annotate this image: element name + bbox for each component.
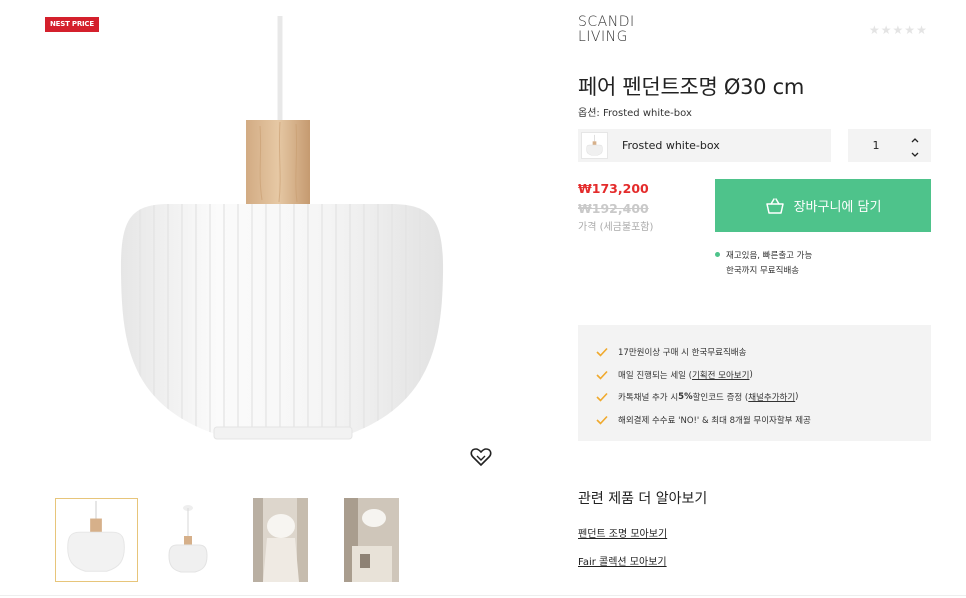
thumbnail-4[interactable]: [344, 498, 399, 582]
check-icon: [596, 415, 608, 425]
benefit-text: 17만원이상 구매 시 한국무료직배송: [618, 348, 747, 359]
product-title: 페어 펜던트조명 Ø30 cm: [578, 75, 805, 99]
basket-icon: [765, 197, 784, 214]
option-dropdown[interactable]: Frosted white-box: [578, 129, 831, 162]
product-main-image[interactable]: [110, 14, 455, 454]
stock-line-1: 재고있음, 빠른출고 가능: [726, 251, 813, 261]
chevron-up-icon[interactable]: [909, 131, 921, 143]
option-value: Frosted white-box: [602, 108, 692, 119]
selected-option-text: 옵션: Frosted white-box: [578, 104, 692, 119]
check-icon: [596, 348, 608, 357]
benefits-box: 17만원이상 구매 시 한국무료직배송 매일 진행되는 세일 (기획전 모아보기…: [578, 325, 931, 441]
brand-logo[interactable]: SCANDI LIVING: [578, 15, 635, 45]
benefit-text-post: ): [749, 369, 753, 380]
rating-stars[interactable]: ★ ★ ★ ★ ★: [869, 24, 927, 36]
star-icon: ★: [880, 23, 892, 37]
benefit-text-pre: 카톡채널 추가 시: [618, 393, 679, 404]
thumbnail-2[interactable]: [147, 498, 230, 582]
star-icon: ★: [869, 23, 880, 37]
related-link-fair-collection[interactable]: Fair 콜렉션 모아보기: [578, 553, 667, 568]
thumbnail-1[interactable]: [55, 498, 138, 582]
star-icon: ★: [916, 23, 927, 37]
benefit-item: 카톡채널 추가 시 5% 할인코드 증정 (채널추가하기): [596, 386, 931, 409]
discount-percent: 5%: [678, 392, 693, 403]
quantity-stepper[interactable]: 1: [848, 129, 931, 162]
stock-info: 재고있음, 빠른출고 가능 한국까지 무료직배송: [715, 249, 812, 279]
sale-price: ₩173,200: [578, 181, 649, 196]
add-to-cart-button[interactable]: 장바구니에 담기: [715, 179, 931, 232]
related-products-title: 관련 제품 더 알아보기: [578, 491, 708, 507]
benefit-item: 해외결제 수수료 'NO!' & 최대 8개월 무이자할부 제공: [596, 409, 931, 432]
benefit-text-mid: 할인코드 증정 (: [692, 393, 749, 404]
stock-line-2: 한국까지 무료직배송: [726, 266, 800, 276]
add-to-cart-label: 장바구니에 담기: [793, 200, 882, 215]
benefit-item: 매일 진행되는 세일 (기획전 모아보기): [596, 364, 931, 387]
promotions-link[interactable]: 기획전 모아보기: [692, 369, 749, 381]
price-note: 가격 (세금불포함): [578, 222, 654, 233]
star-icon: ★: [892, 23, 904, 37]
check-icon: [596, 370, 608, 380]
chevron-down-icon[interactable]: [909, 146, 921, 158]
benefit-text-pre: 매일 진행되는 세일 (: [618, 370, 692, 381]
benefit-text-post: ): [795, 392, 799, 403]
benefit-text: 해외결제 수수료 'NO!' & 최대 8개월 무이자할부 제공: [618, 415, 811, 426]
star-icon: ★: [904, 23, 916, 37]
original-price: ₩192,400: [578, 201, 649, 216]
option-dropdown-label: Frosted white-box: [622, 139, 720, 152]
quantity-value[interactable]: 1: [848, 139, 904, 152]
brand-line-1: SCANDI: [578, 14, 635, 30]
wishlist-heart-icon[interactable]: [470, 447, 492, 467]
benefit-item: 17만원이상 구매 시 한국무료직배송: [596, 341, 931, 364]
divider: [0, 595, 966, 596]
in-stock-dot: [715, 252, 720, 257]
brand-line-2: LIVING: [578, 29, 628, 45]
check-icon: [596, 393, 608, 402]
add-channel-link[interactable]: 채널추가하기: [748, 391, 795, 403]
thumbnail-3[interactable]: [253, 498, 308, 582]
option-thumbnail: [581, 132, 608, 159]
nest-price-badge: NEST PRICE: [45, 17, 99, 32]
related-link-pendants[interactable]: 펜던트 조명 모아보기: [578, 525, 667, 540]
option-prefix: 옵션:: [578, 108, 600, 119]
